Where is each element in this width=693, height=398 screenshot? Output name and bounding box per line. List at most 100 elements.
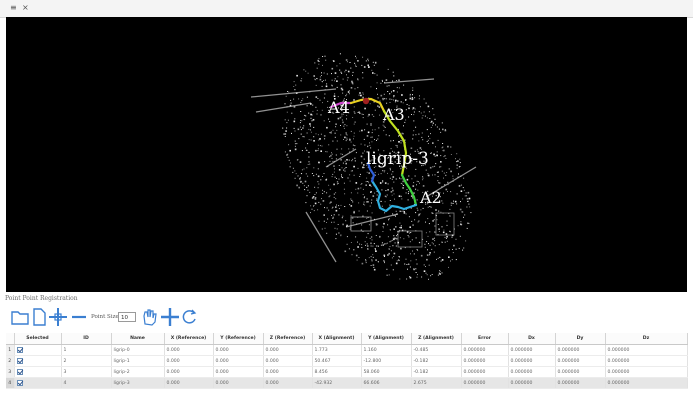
trajectory-marker	[362, 97, 370, 105]
cell-err[interactable]: 0.000000	[461, 355, 509, 367]
point-cloud-canvas[interactable]: A4 A3 A2 ligrip-3	[6, 17, 687, 292]
cell-xr[interactable]: 0.000	[164, 355, 214, 367]
point-cloud-viewport[interactable]: A4 A3 A2 ligrip-3	[6, 17, 687, 292]
column-header[interactable]: Dy	[555, 333, 606, 345]
folder-open-icon[interactable]	[10, 306, 30, 328]
cell-zr[interactable]: 0.000	[263, 344, 313, 356]
row-number[interactable]: 3	[6, 366, 15, 378]
window-tab-bar: ≡ ×	[0, 0, 693, 18]
cell-dz[interactable]: 0.000000	[605, 355, 688, 367]
cell-name[interactable]: ligrip-0	[111, 344, 165, 356]
cell-dy[interactable]: 0.000000	[555, 366, 606, 378]
table-row[interactable]: 3 3 ligrip-2 0.000 0.000 0.000 8.456 58.060 -0.1…	[6, 366, 688, 378]
cell-id[interactable]: 3	[61, 366, 112, 378]
cell-yr[interactable]: 0.000	[213, 355, 264, 367]
cell-dx[interactable]: 0.000000	[508, 355, 556, 367]
cell-ya[interactable]: 1.160	[361, 344, 412, 356]
selected-checkbox[interactable]	[16, 357, 23, 364]
column-header[interactable]: Z (Alignment)	[411, 333, 462, 345]
cell-dx[interactable]: 0.000000	[508, 377, 556, 389]
selected-cell[interactable]	[14, 344, 62, 356]
cell-za[interactable]: -0.182	[411, 366, 462, 378]
menu-icon[interactable]: ≡	[10, 3, 17, 13]
cell-zr[interactable]: 0.000	[263, 355, 313, 367]
cell-id[interactable]: 1	[61, 344, 112, 356]
column-header[interactable]: Selected	[14, 333, 62, 345]
selected-checkbox[interactable]	[16, 368, 23, 375]
waypoint-label-a4: A4	[327, 98, 350, 117]
column-header[interactable]: X (Reference)	[164, 333, 214, 345]
selected-cell[interactable]	[14, 355, 62, 367]
column-header[interactable]: Y (Alignment)	[361, 333, 412, 345]
cell-dz[interactable]: 0.000000	[605, 377, 688, 389]
cell-ya[interactable]: 66.606	[361, 377, 412, 389]
cell-za[interactable]: -0.485	[411, 344, 462, 356]
cell-dz[interactable]: 0.000000	[605, 366, 688, 378]
cell-ya[interactable]: -12.800	[361, 355, 412, 367]
cell-xr[interactable]: 0.000	[164, 377, 214, 389]
cell-err[interactable]: 0.000000	[461, 344, 509, 356]
column-header[interactable]: Error	[461, 333, 509, 345]
row-number-header	[6, 333, 15, 345]
remove-point-icon[interactable]	[70, 306, 88, 328]
table-row[interactable]: 4 4 ligrip-3 0.000 0.000 0.000 -42.932 66.606 2.…	[6, 377, 688, 389]
cell-ya[interactable]: 58.060	[361, 366, 412, 378]
cell-xa[interactable]: 8.456	[312, 366, 362, 378]
column-header[interactable]: Name	[111, 333, 165, 345]
table-header: Selected ID Name X (Reference) Y (Reference)…	[6, 333, 688, 345]
selected-cell[interactable]	[14, 377, 62, 389]
cell-id[interactable]: 4	[61, 377, 112, 389]
selected-checkbox[interactable]	[16, 346, 23, 353]
table-body: 1 1 ligrip-0 0.000 0.000 0.000 1.773 1.160 -0.48…	[6, 344, 688, 389]
cell-err[interactable]: 0.000000	[461, 377, 509, 389]
add-point-icon[interactable]	[48, 306, 68, 328]
cell-zr[interactable]: 0.000	[263, 366, 313, 378]
cell-dy[interactable]: 0.000000	[555, 377, 606, 389]
cell-err[interactable]: 0.000000	[461, 366, 509, 378]
close-icon[interactable]: ×	[22, 3, 29, 13]
selected-cell[interactable]	[14, 366, 62, 378]
row-number[interactable]: 1	[6, 344, 15, 356]
table-row[interactable]: 1 1 ligrip-0 0.000 0.000 0.000 1.773 1.160 -0.48…	[6, 344, 688, 356]
registration-points-table: Selected ID Name X (Reference) Y (Reference)…	[6, 333, 688, 393]
cell-id[interactable]: 2	[61, 355, 112, 367]
cell-za[interactable]: -0.182	[411, 355, 462, 367]
waypoint-label-a2: A2	[419, 188, 442, 207]
table-row[interactable]: 2 2 ligrip-1 0.000 0.000 0.000 50.467 -12.800 -0…	[6, 355, 688, 367]
cell-xr[interactable]: 0.000	[164, 366, 214, 378]
cell-name[interactable]: ligrip-2	[111, 366, 165, 378]
column-header[interactable]: Y (Reference)	[213, 333, 264, 345]
cell-za[interactable]: 2.675	[411, 377, 462, 389]
point-cloud-structures	[250, 78, 477, 263]
column-header[interactable]: ID	[61, 333, 112, 345]
cell-dz[interactable]: 0.000000	[605, 344, 688, 356]
cell-dx[interactable]: 0.000000	[508, 366, 556, 378]
column-header[interactable]: Z (Reference)	[263, 333, 313, 345]
cell-dx[interactable]: 0.000000	[508, 344, 556, 356]
cell-xa[interactable]: 50.467	[312, 355, 362, 367]
cell-name[interactable]: ligrip-3	[111, 377, 165, 389]
hand-icon[interactable]	[140, 306, 158, 328]
column-header[interactable]: Dz	[605, 333, 688, 345]
point-label-ligrip-3: ligrip-3	[366, 149, 429, 169]
move-icon[interactable]	[160, 306, 180, 328]
column-header[interactable]: X (Alignment)	[312, 333, 362, 345]
row-number[interactable]: 4	[6, 377, 15, 389]
rotate-icon[interactable]	[182, 306, 198, 328]
cell-name[interactable]: ligrip-1	[111, 355, 165, 367]
cell-dy[interactable]: 0.000000	[555, 355, 606, 367]
cell-xa[interactable]: -42.932	[312, 377, 362, 389]
row-number[interactable]: 2	[6, 355, 15, 367]
new-file-icon[interactable]	[31, 306, 47, 328]
selected-checkbox[interactable]	[16, 379, 23, 386]
cell-xr[interactable]: 0.000	[164, 344, 214, 356]
point-size-label: Point Size	[91, 314, 119, 320]
cell-zr[interactable]: 0.000	[263, 377, 313, 389]
cell-yr[interactable]: 0.000	[213, 344, 264, 356]
point-size-spinbox[interactable]: 10	[118, 312, 136, 322]
cell-dy[interactable]: 0.000000	[555, 344, 606, 356]
column-header[interactable]: Dx	[508, 333, 556, 345]
cell-yr[interactable]: 0.000	[213, 377, 264, 389]
cell-yr[interactable]: 0.000	[213, 366, 264, 378]
cell-xa[interactable]: 1.773	[312, 344, 362, 356]
